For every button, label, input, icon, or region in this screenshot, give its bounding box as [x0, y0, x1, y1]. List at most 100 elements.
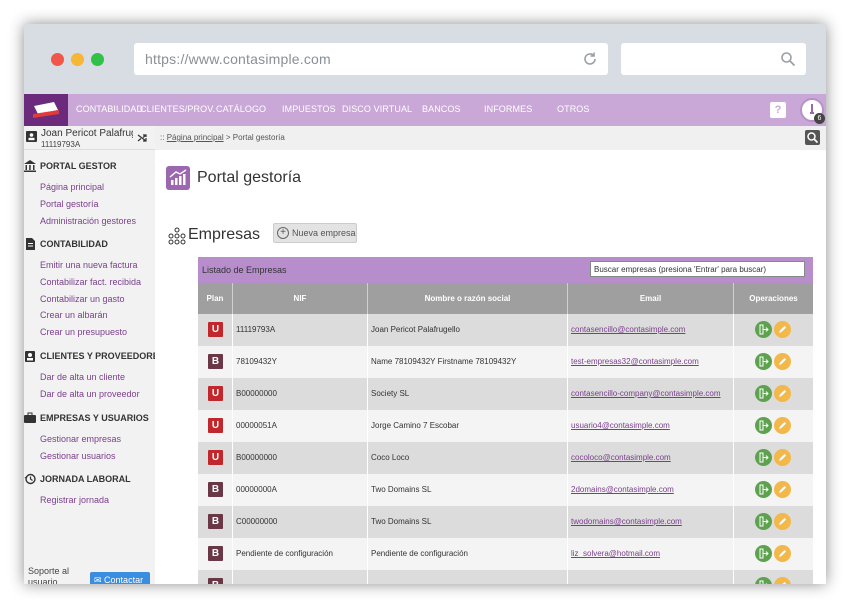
enter-company-button[interactable] [755, 545, 772, 562]
reload-icon[interactable] [582, 51, 598, 67]
table-row[interactable]: U B00000000 Coco Loco cocoloco@contasimple.… [198, 442, 813, 474]
cell-nif: B00000000 [233, 442, 368, 474]
table-row[interactable]: B 00000000A Two Domains SL 2domains@contasi… [198, 474, 813, 506]
address-bar[interactable]: https://www.contasimple.com [134, 43, 608, 75]
table-row[interactable]: B [198, 570, 813, 584]
breadcrumb-home-link[interactable]: Página principal [167, 133, 224, 142]
edit-company-button[interactable] [774, 353, 791, 370]
column-header-plan[interactable]: Plan [198, 283, 233, 314]
table-row[interactable]: U B00000000 Society SL contasencillo-compan… [198, 378, 813, 410]
sidebar-link-crear-albaran[interactable]: Crear un albarán [40, 310, 108, 320]
enter-company-button[interactable] [755, 321, 772, 338]
login-icon [759, 356, 769, 367]
switch-user-icon[interactable] [137, 133, 147, 143]
email-link[interactable]: contasencillo@contasimple.com [571, 325, 685, 334]
user-menu-button[interactable]: 6 [800, 98, 825, 124]
browser-search-bar[interactable] [621, 43, 806, 75]
sidebar-link-pagina-principal[interactable]: Página principal [40, 182, 104, 192]
email-link[interactable]: liz_solvera@hotmail.com [571, 549, 660, 558]
nav-informes[interactable]: INFORMES [484, 104, 532, 114]
enter-company-button[interactable] [755, 385, 772, 402]
sidebar-link-contabilizar-factura[interactable]: Contabilizar fact. recibida [40, 277, 141, 287]
enter-company-button[interactable] [755, 417, 772, 434]
sidebar-link-gestionar-usuarios[interactable]: Gestionar usuarios [40, 451, 116, 461]
edit-company-button[interactable] [774, 321, 791, 338]
sidebar-link-portal-gestoria[interactable]: Portal gestoría [40, 199, 99, 209]
email-link[interactable]: test-empresas32@contasimple.com [571, 357, 699, 366]
table-row[interactable]: U 11119793A Joan Pericot Palafrugello conta… [198, 314, 813, 346]
sidebar-link-gestionar-empresas[interactable]: Gestionar empresas [40, 434, 121, 444]
login-icon [759, 516, 769, 527]
edit-company-button[interactable] [774, 513, 791, 530]
sidebar-link-crear-presupuesto[interactable]: Crear un presupuesto [40, 327, 127, 337]
contact-button[interactable]: ✉ Contactar [90, 572, 150, 584]
new-company-button[interactable]: + Nueva empresa [273, 223, 357, 243]
minimize-window-button[interactable] [71, 53, 84, 66]
browser-window: https://www.contasimple.com CONTABILIDAD… [24, 24, 826, 584]
table-row[interactable]: B C00000000 Two Domains SL twodomains@conta… [198, 506, 813, 538]
table-row[interactable]: U 00000051A Jorge Camino 7 Escobar usuario4… [198, 410, 813, 442]
enter-company-button[interactable] [755, 513, 772, 530]
edit-company-button[interactable] [774, 577, 791, 584]
maximize-window-button[interactable] [91, 53, 104, 66]
cell-plan: B [198, 538, 233, 570]
cell-email: contasencillo@contasimple.com [568, 314, 734, 346]
column-header-nombre[interactable]: Nombre o razón social [368, 283, 568, 314]
cell-nif [233, 570, 368, 584]
email-link[interactable]: cocoloco@contasimple.com [571, 453, 671, 462]
table-row[interactable]: B 78109432Y Name 78109432Y Firstname 78109… [198, 346, 813, 378]
breadcrumb-separator: > [225, 133, 231, 142]
nav-clientes-prov[interactable]: CLIENTES/PROV. [140, 104, 215, 114]
cell-name: Joan Pericot Palafrugello [368, 314, 568, 346]
sidebar-link-registrar-jornada[interactable]: Registrar jornada [40, 495, 109, 505]
sidebar-link-emitir-factura[interactable]: Emitir una nueva factura [40, 260, 138, 270]
email-link[interactable]: 2domains@contasimple.com [571, 485, 674, 494]
search-icon[interactable] [780, 51, 796, 67]
table-title-bar: Listado de Empresas [198, 257, 813, 283]
nav-disco-virtual[interactable]: DISCO VIRTUAL [342, 104, 412, 114]
column-header-nif[interactable]: NIF [233, 283, 368, 314]
section-title-empresas: Empresas [188, 226, 261, 243]
page-search-button[interactable] [805, 130, 820, 145]
companies-table: Listado de Empresas Plan NIF Nombre o ra… [198, 257, 813, 584]
logo-icon [33, 102, 59, 118]
breadcrumb-current: Portal gestoría [232, 133, 285, 142]
id-card-icon [26, 131, 37, 142]
edit-company-button[interactable] [774, 417, 791, 434]
login-icon [759, 420, 769, 431]
close-window-button[interactable] [51, 53, 64, 66]
pencil-icon [779, 550, 786, 557]
edit-company-button[interactable] [774, 545, 791, 562]
nav-contabilidad[interactable]: CONTABILIDAD [76, 104, 143, 114]
nav-otros[interactable]: OTROS [557, 104, 590, 114]
pencil-icon [779, 422, 786, 429]
email-link[interactable]: twodomains@contasimple.com [571, 517, 682, 526]
plan-badge: B [208, 354, 223, 369]
nav-catalogo[interactable]: CATÁLOGO [216, 104, 266, 114]
table-row[interactable]: B Pendiente de configuración Pendiente de … [198, 538, 813, 570]
company-search-input[interactable] [590, 261, 805, 277]
edit-company-button[interactable] [774, 449, 791, 466]
sidebar-link-administracion-gestores[interactable]: Administración gestores [40, 216, 136, 226]
contasimple-logo[interactable] [24, 94, 68, 126]
login-icon [759, 324, 769, 335]
sidebar-link-alta-cliente[interactable]: Dar de alta un cliente [40, 372, 125, 382]
enter-company-button[interactable] [755, 577, 772, 584]
enter-company-button[interactable] [755, 481, 772, 498]
email-link[interactable]: contasencillo-company@contasimple.com [571, 389, 721, 398]
nav-impuestos[interactable]: IMPUESTOS [282, 104, 336, 114]
enter-company-button[interactable] [755, 353, 772, 370]
sidebar-link-contabilizar-gasto[interactable]: Contabilizar un gasto [40, 294, 125, 304]
enter-company-button[interactable] [755, 449, 772, 466]
column-header-email[interactable]: Email [568, 283, 734, 314]
cell-nif: 78109432Y [233, 346, 368, 378]
edit-company-button[interactable] [774, 481, 791, 498]
pencil-icon [782, 582, 786, 584]
nav-bancos[interactable]: BANCOS [422, 104, 461, 114]
sidebar-link-alta-proveedor[interactable]: Dar de alta un proveedor [40, 389, 140, 399]
email-link[interactable]: usuario4@contasimple.com [571, 421, 670, 430]
edit-company-button[interactable] [774, 385, 791, 402]
current-user[interactable]: Joan Pericot Palafrugell 11119793A [24, 126, 155, 150]
help-button[interactable]: ? [770, 102, 786, 118]
cell-plan: U [198, 378, 233, 410]
